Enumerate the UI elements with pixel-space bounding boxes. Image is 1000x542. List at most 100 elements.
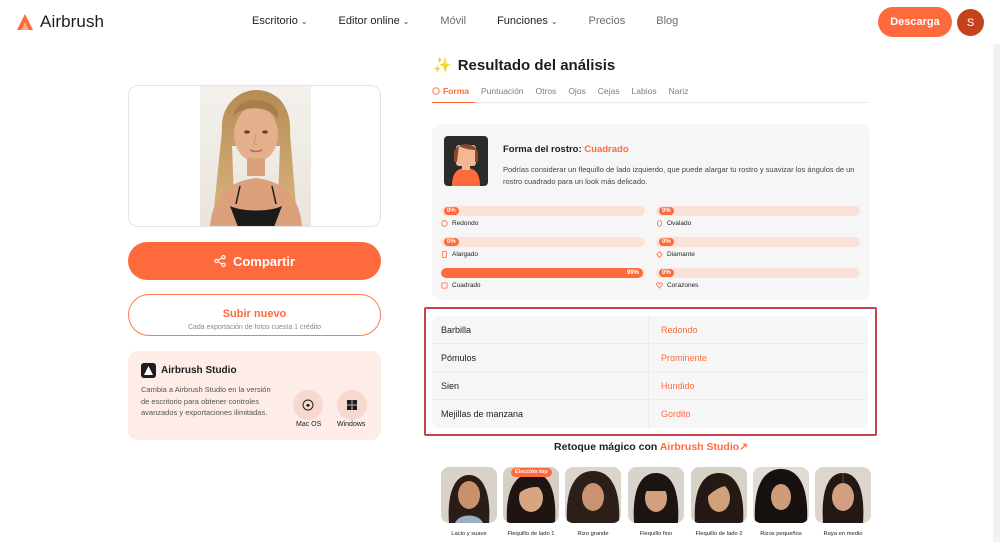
download-button[interactable]: Descarga [878,7,952,37]
tab-forma[interactable]: Forma [432,86,475,103]
score-bar-alargado: 0% Alargado [441,237,645,258]
score-track: 99% [441,268,645,278]
airbrush-studio-logo-icon [141,363,156,378]
hairstyle-label: Flequillo de lado 2 [695,531,743,537]
windows-icon [347,400,357,410]
nav-label: Precios [588,15,626,27]
tab-ojos[interactable]: Ojos [568,86,591,103]
hairstyle-thumbnail [441,467,497,523]
hairstyle-label: Flequillo de lado 1 [507,531,555,537]
square-icon [441,282,448,289]
hairstyle-thumbnail [753,467,809,523]
tab-label: Otros [535,86,557,96]
nav-label: Blog [656,15,679,27]
score-label-row: Cuadrado [441,282,645,289]
highlight-box [424,307,877,436]
hairstyle-option-flequillo-fino[interactable]: Flequillo fino [628,467,684,539]
studio-promo-card: Airbrush Studio Cambia a Airbrush Studio… [128,351,381,440]
tab-puntuacion[interactable]: Puntuación [481,86,530,103]
nav-funciones[interactable]: Funciones ⌄ [497,15,557,27]
brand-logo[interactable]: Airbrush [16,12,104,32]
score-track: 0% [656,268,860,278]
mac-os-download-button[interactable] [293,390,323,420]
tab-cejas[interactable]: Cejas [598,86,626,103]
hairstyle-option-flequillo-lado-1[interactable]: Elección top Flequillo de lado 1 [503,467,559,539]
oval-icon [656,220,663,227]
nav-editor-online[interactable]: Editor online ⌄ [339,15,410,27]
score-percent: 99% [626,270,639,276]
rectangle-icon [442,251,447,258]
tab-label: Nariz [668,86,689,96]
nav-label: Escritorio [252,15,298,27]
sparkles-icon: ✨ [433,57,452,74]
score-bar-cuadrado: 99% Cuadrado [441,268,645,289]
top-nav-bar: Airbrush Escritorio ⌄ Editor online ⌄ Móvi… [0,0,1000,44]
tab-label: Forma [443,86,469,96]
share-icon [214,255,226,267]
score-bar-diamante: 0% Diamante [656,237,860,258]
chevron-down-icon: ⌄ [300,16,308,26]
nav-movil[interactable]: Móvil [440,15,466,27]
circle-icon [441,220,448,227]
score-name: Ovalado [667,220,692,227]
upload-label: Subir nuevo [222,307,287,320]
face-shape-description: Podrías considerar un flequillo de lado … [503,165,855,186]
windows-download-button[interactable] [337,390,367,420]
score-track: 0% [441,237,645,247]
score-name: Cuadrado [452,282,481,289]
face-shape-illustration-icon [444,136,488,186]
hairstyle-thumbnail [628,467,684,523]
score-percent: 0% [659,269,674,277]
page-scrollbar[interactable] [993,44,1000,542]
tab-nariz[interactable]: Nariz [669,86,695,103]
nav-escritorio[interactable]: Escritorio ⌄ [252,15,308,27]
hairstyle-option-rizo-grande[interactable]: Rizo grande [565,467,621,539]
score-label-row: Alargado [441,251,645,258]
tab-label: Ojos [568,86,586,96]
user-avatar[interactable]: S [957,9,984,36]
retouch-prefix: Retoque mágico con [554,441,658,453]
hairstyle-option-flequillo-lado-2[interactable]: Flequillo de lado 2 [691,467,747,539]
share-label: Compartir [232,253,296,269]
score-percent: 0% [659,207,674,215]
score-name: Redondo [452,220,479,227]
chevron-down-icon: ⌄ [402,16,410,26]
hairstyle-option-raya-en-medio[interactable]: Raya en medio [815,467,871,539]
score-bar-redondo: 0% Redondo [441,206,645,227]
share-button[interactable]: Compartir [128,242,381,280]
face-shape-card: Forma del rostro: Cuadrado Podrías consi… [432,124,870,300]
hairstyle-option-lacio[interactable]: Lacio y suave [441,467,497,539]
hairstyle-label: Lacio y suave [451,531,487,537]
magic-retouch-heading: Retoque mágico con Airbrush Studio↗ [432,441,870,453]
studio-title: Airbrush Studio [161,365,237,376]
score-bar-corazones: 0% Corazones [656,268,860,289]
score-name: Diamante [667,251,695,258]
tab-otros[interactable]: Otros [536,86,563,103]
apple-icon [302,399,314,411]
nav-blog[interactable]: Blog [656,15,678,27]
airbrush-studio-link[interactable]: Airbrush Studio↗ [660,441,748,453]
tab-labios[interactable]: Labios [632,86,663,103]
chevron-down-icon: ⌄ [550,16,558,26]
analysis-result-title: ✨ Resultado del análisis [433,56,615,75]
hairstyle-option-rizos-pequenos[interactable]: Rizos pequeños [753,467,809,539]
brand-name: Airbrush [40,12,105,31]
hairstyle-thumbnail [691,467,747,523]
score-fill [441,268,643,278]
mac-os-label: Mac OS [296,421,322,428]
hairstyle-thumbnail [815,467,871,523]
score-label-row: Diamante [656,251,860,258]
uploaded-photo-card [128,85,381,227]
tab-label: Puntuación [480,86,524,96]
nav-precios[interactable]: Precios [589,15,626,27]
score-bar-ovalado: 0% Ovalado [656,206,860,227]
nav-label: Editor online [338,15,400,27]
hairstyle-label: Raya en medio [823,531,863,537]
hairstyle-label: Rizo grande [577,531,609,537]
heart-icon [656,282,663,289]
score-name: Alargado [452,251,479,258]
hairstyle-label: Flequillo fino [639,531,673,537]
hairstyle-label: Rizos pequeños [760,531,802,537]
upload-new-button[interactable]: Subir nuevo Cada exportación de fotos cu… [128,294,381,336]
upload-credit-note: Cada exportación de fotos cuesta 1 crédi… [187,323,322,331]
